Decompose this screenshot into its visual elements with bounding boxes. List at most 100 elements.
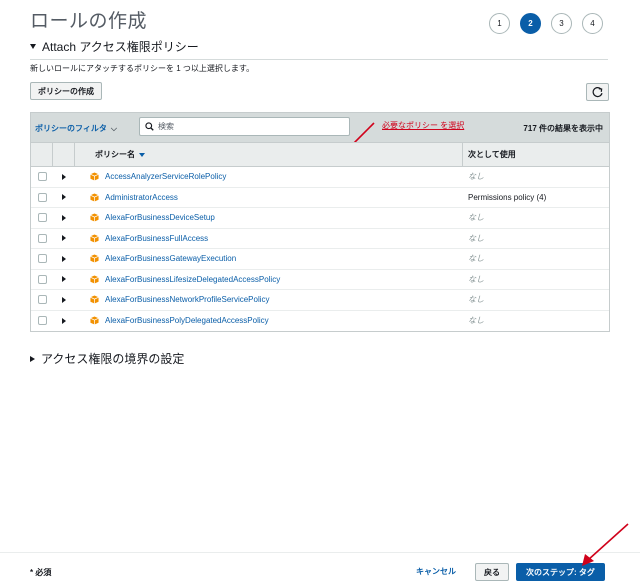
row-checkbox-cell: [31, 208, 53, 228]
caret-right-icon: [62, 276, 66, 283]
caret-down-icon: [30, 44, 36, 49]
row-checkbox-cell: [31, 249, 53, 269]
search-input[interactable]: [158, 122, 338, 131]
caret-right-icon: [62, 296, 66, 303]
row-expand[interactable]: [53, 249, 75, 269]
cancel-button[interactable]: キャンセル: [416, 566, 456, 577]
attach-policies-section-header[interactable]: Attach アクセス権限ポリシー: [30, 38, 608, 60]
policy-link[interactable]: AlexaForBusinessLifesizeDelegatedAccessP…: [105, 275, 280, 284]
policy-link[interactable]: AlexaForBusinessNetworkProfileServicePol…: [105, 295, 270, 304]
policy-link[interactable]: AlexaForBusinessPolyDelegatedAccessPolic…: [105, 316, 269, 325]
table-row[interactable]: AlexaForBusinessPolyDelegatedAccessPolic…: [31, 311, 609, 332]
next-step-button[interactable]: 次のステップ: タグ: [516, 563, 605, 581]
row-expand[interactable]: [53, 188, 75, 208]
used-as-cell: Permissions policy (4): [468, 192, 547, 202]
search-icon: [145, 122, 154, 131]
caret-right-icon: [62, 173, 66, 180]
row-checkbox[interactable]: [37, 254, 47, 264]
row-checkbox[interactable]: [37, 233, 47, 243]
policy-table: ポリシー名 次として使用 AccessAnalyzerServiceRolePo…: [30, 142, 610, 332]
boundary-title: アクセス権限の境界の設定: [41, 352, 185, 366]
policy-link[interactable]: AdministratorAccess: [105, 193, 178, 202]
table-row[interactable]: AccessAnalyzerServiceRolePolicy なし: [31, 167, 609, 188]
caret-right-icon: [62, 317, 66, 324]
row-checkbox[interactable]: [37, 274, 47, 284]
table-row[interactable]: AlexaForBusinessGatewayExecution なし: [31, 249, 609, 270]
policy-filter-dropdown[interactable]: ポリシーのフィルタ ⌵: [35, 123, 117, 134]
policy-link[interactable]: AlexaForBusinessDeviceSetup: [105, 213, 215, 222]
result-count: 717 件の結果を表示中: [523, 124, 603, 133]
row-checkbox-cell: [31, 167, 53, 187]
row-expand[interactable]: [53, 167, 75, 187]
policy-name-cell: AlexaForBusinessNetworkProfileServicePol…: [75, 290, 463, 310]
policy-link[interactable]: AlexaForBusinessGatewayExecution: [105, 254, 236, 263]
search-box[interactable]: [139, 117, 350, 136]
header-policy-name[interactable]: ポリシー名: [75, 143, 463, 166]
refresh-button[interactable]: [586, 83, 609, 101]
table-row[interactable]: AlexaForBusinessDeviceSetup なし: [31, 208, 609, 229]
step-4[interactable]: 4: [582, 13, 603, 34]
used-as-cell: なし: [468, 274, 484, 284]
used-as-cell: なし: [468, 295, 484, 305]
wizard-steps: 1 2 3 4: [489, 13, 603, 34]
create-policy-button[interactable]: ポリシーの作成: [30, 82, 102, 100]
table-row[interactable]: AlexaForBusinessNetworkProfileServicePol…: [31, 290, 609, 311]
managed-policy-icon: [90, 172, 99, 181]
row-checkbox[interactable]: [37, 316, 47, 326]
table-row[interactable]: AlexaForBusinessLifesizeDelegatedAccessP…: [31, 270, 609, 290]
row-checkbox[interactable]: [37, 172, 47, 182]
policy-name-cell: AlexaForBusinessDeviceSetup: [75, 208, 463, 228]
managed-policy-icon: [90, 213, 99, 222]
row-checkbox[interactable]: [37, 213, 47, 223]
section-title: Attach アクセス権限ポリシー: [42, 40, 199, 54]
used-as-cell: なし: [468, 316, 484, 326]
policy-name-cell: AlexaForBusinessLifesizeDelegatedAccessP…: [75, 270, 463, 290]
row-expand[interactable]: [53, 270, 75, 290]
row-checkbox[interactable]: [37, 295, 47, 305]
policy-filter-label: ポリシーのフィルタ: [35, 124, 107, 133]
used-as-cell: なし: [468, 254, 484, 264]
policy-link[interactable]: AlexaForBusinessFullAccess: [105, 234, 208, 243]
row-checkbox-cell: [31, 188, 53, 208]
step-3[interactable]: 3: [551, 13, 572, 34]
policy-name-cell: AlexaForBusinessPolyDelegatedAccessPolic…: [75, 311, 463, 332]
table-header: ポリシー名 次として使用: [31, 143, 609, 167]
caret-right-icon: [62, 194, 66, 201]
permissions-boundary-section-header[interactable]: アクセス権限の境界の設定: [30, 350, 184, 367]
policy-link[interactable]: AccessAnalyzerServiceRolePolicy: [105, 172, 226, 181]
step-1[interactable]: 1: [489, 13, 510, 34]
table-row[interactable]: AlexaForBusinessFullAccess なし: [31, 229, 609, 249]
caret-right-icon: [62, 255, 66, 262]
back-button[interactable]: 戻る: [475, 563, 509, 581]
step-2[interactable]: 2: [520, 13, 541, 34]
policy-name-cell: AccessAnalyzerServiceRolePolicy: [75, 167, 463, 187]
policy-name-cell: AlexaForBusinessFullAccess: [75, 229, 463, 249]
header-used-as[interactable]: 次として使用: [463, 143, 609, 166]
row-checkbox[interactable]: [37, 192, 47, 202]
managed-policy-icon: [90, 193, 99, 202]
required-note: * 必須: [30, 568, 52, 577]
header-policy-name-label: ポリシー名: [95, 150, 135, 159]
caret-right-icon: [62, 235, 66, 242]
footer-divider: [0, 552, 640, 553]
used-as-cell: なし: [468, 172, 484, 182]
policy-name-cell: AlexaForBusinessGatewayExecution: [75, 249, 463, 269]
chevron-down-icon: ⌵: [110, 123, 117, 133]
managed-policy-icon: [90, 316, 99, 325]
caret-right-icon: [30, 355, 35, 362]
row-expand[interactable]: [53, 208, 75, 228]
row-expand[interactable]: [53, 229, 75, 249]
table-row[interactable]: AdministratorAccess Permissions policy (…: [31, 188, 609, 208]
policy-name-cell: AdministratorAccess: [75, 188, 463, 208]
row-checkbox-cell: [31, 311, 53, 332]
used-as-cell: なし: [468, 213, 484, 223]
row-checkbox-cell: [31, 270, 53, 290]
row-expand[interactable]: [53, 311, 75, 332]
filter-bar: ポリシーのフィルタ ⌵ 必要なポリシー を選択 717 件の結果を表示中: [30, 112, 610, 142]
row-checkbox-cell: [31, 229, 53, 249]
row-expand[interactable]: [53, 290, 75, 310]
managed-policy-icon: [90, 234, 99, 243]
managed-policy-icon: [90, 275, 99, 284]
section-description: 新しいロールにアタッチするポリシーを 1 つ以上選択します。: [30, 64, 255, 73]
page-title: ロールの作成: [30, 11, 148, 32]
